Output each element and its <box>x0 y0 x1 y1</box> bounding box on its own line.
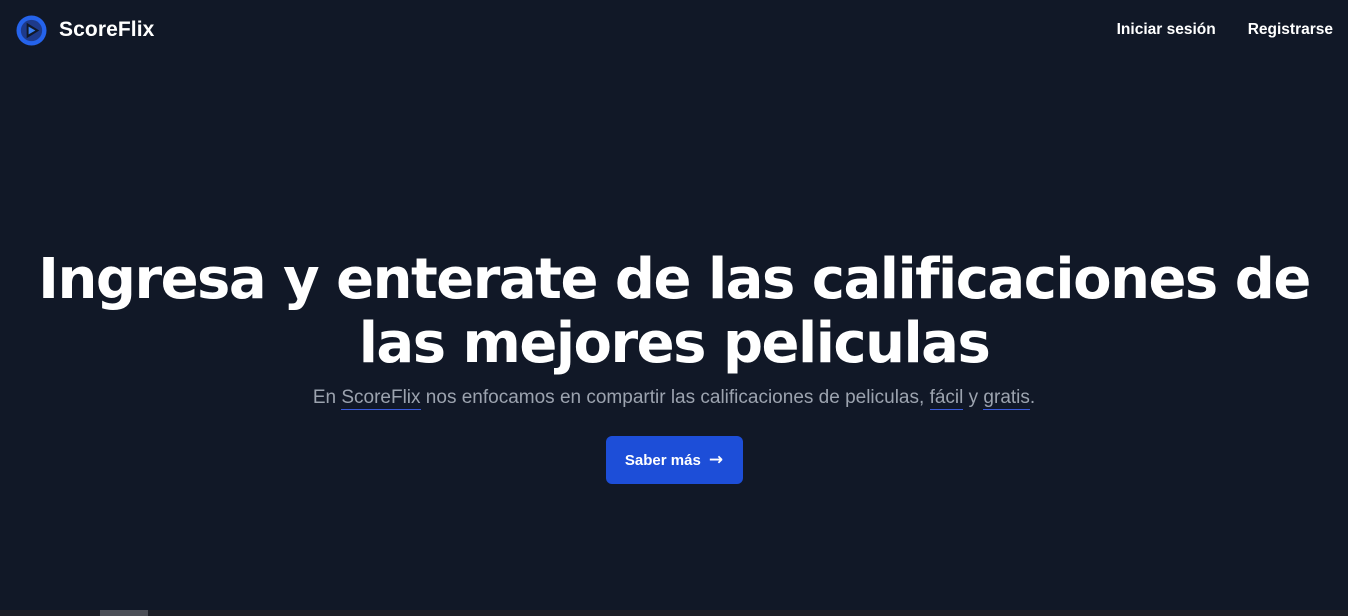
hero-section: Ingresa y enterate de las calificaciones… <box>0 248 1348 484</box>
brand-link[interactable]: ScoreFlix <box>16 14 155 46</box>
login-link[interactable]: Iniciar sesión <box>1117 21 1216 39</box>
gratis-link[interactable]: gratis <box>983 387 1030 410</box>
arrow-right-icon: → <box>708 449 724 470</box>
subtitle-suffix: . <box>1029 387 1036 408</box>
brand-name: ScoreFlix <box>59 18 155 41</box>
hero-subtitle: En ScoreFlix nos enfocamos en compartir … <box>313 384 1035 412</box>
horizontal-scrollbar[interactable] <box>0 610 1348 616</box>
scoreflix-link[interactable]: ScoreFlix <box>341 387 421 410</box>
subtitle-prefix: En <box>312 387 342 408</box>
learn-more-label: Saber más <box>624 451 701 469</box>
scrollbar-thumb[interactable] <box>100 610 148 616</box>
play-logo-icon <box>16 14 47 46</box>
subtitle-connector: y <box>963 387 984 408</box>
facil-link[interactable]: fácil <box>929 387 964 410</box>
page: ScoreFlix Iniciar sesión Registrarse Ing… <box>0 0 1348 616</box>
register-link[interactable]: Registrarse <box>1248 21 1333 39</box>
header-nav: Iniciar sesión Registrarse <box>1117 21 1333 39</box>
learn-more-button[interactable]: Saber más → <box>605 436 743 484</box>
site-header: ScoreFlix Iniciar sesión Registrarse <box>0 0 1348 60</box>
subtitle-middle: nos enfocamos en compartir las calificac… <box>420 387 930 408</box>
hero-headline: Ingresa y enterate de las calificaciones… <box>38 247 1311 376</box>
